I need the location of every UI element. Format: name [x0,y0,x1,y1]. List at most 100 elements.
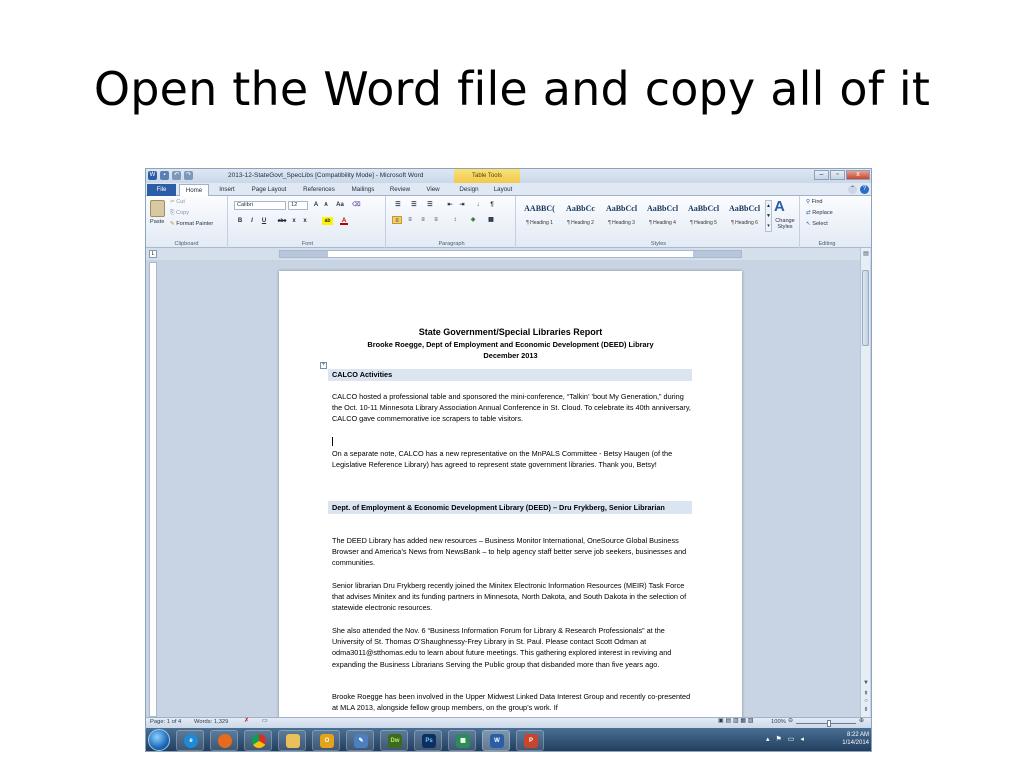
decrease-indent-icon[interactable]: ⇤ [446,201,454,209]
table-move-handle-icon[interactable]: + [320,362,327,369]
font-size-combo[interactable]: 12 [288,201,308,210]
taskbar-internet-explorer[interactable]: e [176,730,204,751]
tab-design[interactable]: Design [455,184,483,196]
proofing-icon[interactable]: ✗ [244,718,249,724]
style-heading-1[interactable]: AABBC( ¶ Heading 1 [520,202,559,232]
next-page-icon[interactable]: ⇟ [862,706,870,713]
italic-button[interactable]: I [248,217,256,225]
vertical-scrollbar[interactable]: ▤ ▼ ⇞ ○ ⇟ [860,248,870,717]
bullets-icon[interactable]: ☰ [392,201,404,209]
tab-selector-icon[interactable]: L [149,250,157,258]
style-heading-2[interactable]: AaBbCc ¶ Heading 2 [561,202,600,232]
taskbar-spreadsheet[interactable]: ▦ [448,730,476,751]
strikethrough-button[interactable]: abc [276,217,288,225]
highlight-button[interactable]: ab [322,217,333,225]
bold-button[interactable]: B [236,217,244,225]
macro-record-icon[interactable]: ▭ [262,718,267,724]
subscript-button[interactable]: x [290,217,298,225]
restore-button[interactable]: ▫ [830,170,845,180]
zoom-slider[interactable] [796,723,856,724]
zoom-out-icon[interactable]: ⊖ [788,718,793,724]
change-case-button[interactable]: Aa [334,201,346,209]
paste-button[interactable]: Paste [150,219,164,225]
styles-scroll-icon[interactable]: ▲ ▼ ▾ [765,200,772,232]
tab-references[interactable]: References [297,184,341,196]
align-right-icon[interactable]: ≡ [418,216,428,224]
tab-home[interactable]: Home [179,184,209,196]
vertical-ruler[interactable] [149,262,157,717]
tab-file[interactable]: File [147,184,176,196]
volume-icon[interactable]: ◂ [800,735,804,743]
zoom-slider-thumb[interactable] [827,720,831,727]
increase-indent-icon[interactable]: ⇥ [458,201,466,209]
numbering-icon[interactable]: ☰ [408,201,420,209]
zoom-in-icon[interactable]: ⊕ [859,718,864,724]
cut-button[interactable]: ✂ Cut [170,199,185,205]
ruler-toggle-icon[interactable]: ▤ [862,250,870,257]
style-heading-6[interactable]: AaBbCcl ¶ Heading 6 [725,202,764,232]
borders-icon[interactable]: ▦ [486,216,496,224]
save-icon[interactable]: ▪ [160,171,169,180]
align-center-icon[interactable]: ≡ [405,216,415,224]
find-button[interactable]: ⚲ Find [806,199,823,205]
shrink-font-button[interactable]: A [322,201,330,209]
superscript-button[interactable]: x [301,217,309,225]
clock[interactable]: 8:22 AM 1/14/2014 [842,731,869,747]
format-painter-button[interactable]: ✎ Format Painter [170,221,213,227]
page-count[interactable]: Page: 1 of 4 [150,719,181,725]
show-formatting-button[interactable]: ¶ [488,201,496,209]
taskbar-outlook[interactable]: O [312,730,340,751]
taskbar-firefox[interactable] [210,730,238,751]
select-button[interactable]: ↖ Select [806,221,828,227]
help-icon[interactable]: ? [860,185,869,194]
browse-object-icon[interactable]: ○ [862,698,870,704]
replace-button[interactable]: ⇄ Replace [806,210,833,216]
show-hidden-icons-icon[interactable]: ▴ [766,735,770,743]
tab-mailings[interactable]: Mailings [346,184,380,196]
scroll-down-icon[interactable]: ▼ [862,680,870,686]
taskbar-powerpoint[interactable]: P [516,730,544,751]
change-styles-button[interactable]: Change Styles [772,218,798,230]
tab-insert[interactable]: Insert [213,184,241,196]
taskbar-word[interactable]: W [482,730,510,751]
justify-icon[interactable]: ≡ [431,216,441,224]
scrollbar-thumb[interactable] [862,270,869,346]
redo-icon[interactable]: ↷ [184,171,193,180]
tab-view[interactable]: View [420,184,446,196]
taskbar-file-explorer[interactable] [278,730,306,751]
word-count[interactable]: Words: 1,329 [194,719,228,725]
view-buttons-icon[interactable]: ▣▤▥▦▧ [718,718,755,724]
taskbar-dreamweaver[interactable]: Dw [380,730,408,751]
start-button[interactable] [148,729,170,751]
previous-page-icon[interactable]: ⇞ [862,690,870,697]
underline-button[interactable]: U [260,217,268,225]
network-icon[interactable]: ▭ [788,735,795,743]
undo-icon[interactable]: ↶ [172,171,181,180]
font-color-button[interactable]: A [340,217,348,225]
clear-formatting-icon[interactable]: ⌫ [352,201,360,209]
taskbar-photoshop[interactable]: Ps [414,730,442,751]
close-button[interactable]: x [846,170,870,180]
line-spacing-icon[interactable]: ↕ [450,216,460,224]
multilevel-list-icon[interactable]: ☰ [424,201,436,209]
ribbon-minimize-icon[interactable]: ⌃ [848,185,857,194]
align-left-icon[interactable]: ≡ [392,216,402,224]
minimize-button[interactable]: – [814,170,829,180]
horizontal-ruler[interactable] [279,250,742,258]
action-center-flag-icon[interactable]: ⚑ [776,735,782,743]
zoom-level[interactable]: 100% [771,719,786,725]
document-page[interactable]: State Government/Special Libraries Repor… [279,271,742,721]
tab-layout[interactable]: Layout [489,184,517,196]
sort-icon[interactable]: ↓ [474,201,482,209]
taskbar-pen-tool[interactable]: ✎ [346,730,374,751]
style-heading-3[interactable]: AaBbCcl ¶ Heading 3 [602,202,641,232]
tab-page-layout[interactable]: Page Layout [246,184,292,196]
taskbar-chrome[interactable] [244,730,272,751]
style-heading-5[interactable]: AaBbCcl ¶ Heading 5 [684,202,723,232]
copy-button[interactable]: ⎘ Copy [170,210,189,217]
shading-icon[interactable]: ◈ [468,216,478,224]
grow-font-button[interactable]: A [312,201,320,209]
tab-review[interactable]: Review [385,184,415,196]
font-name-combo[interactable]: Calibri [234,201,286,210]
style-heading-4[interactable]: AaBbCcl ¶ Heading 4 [643,202,682,232]
